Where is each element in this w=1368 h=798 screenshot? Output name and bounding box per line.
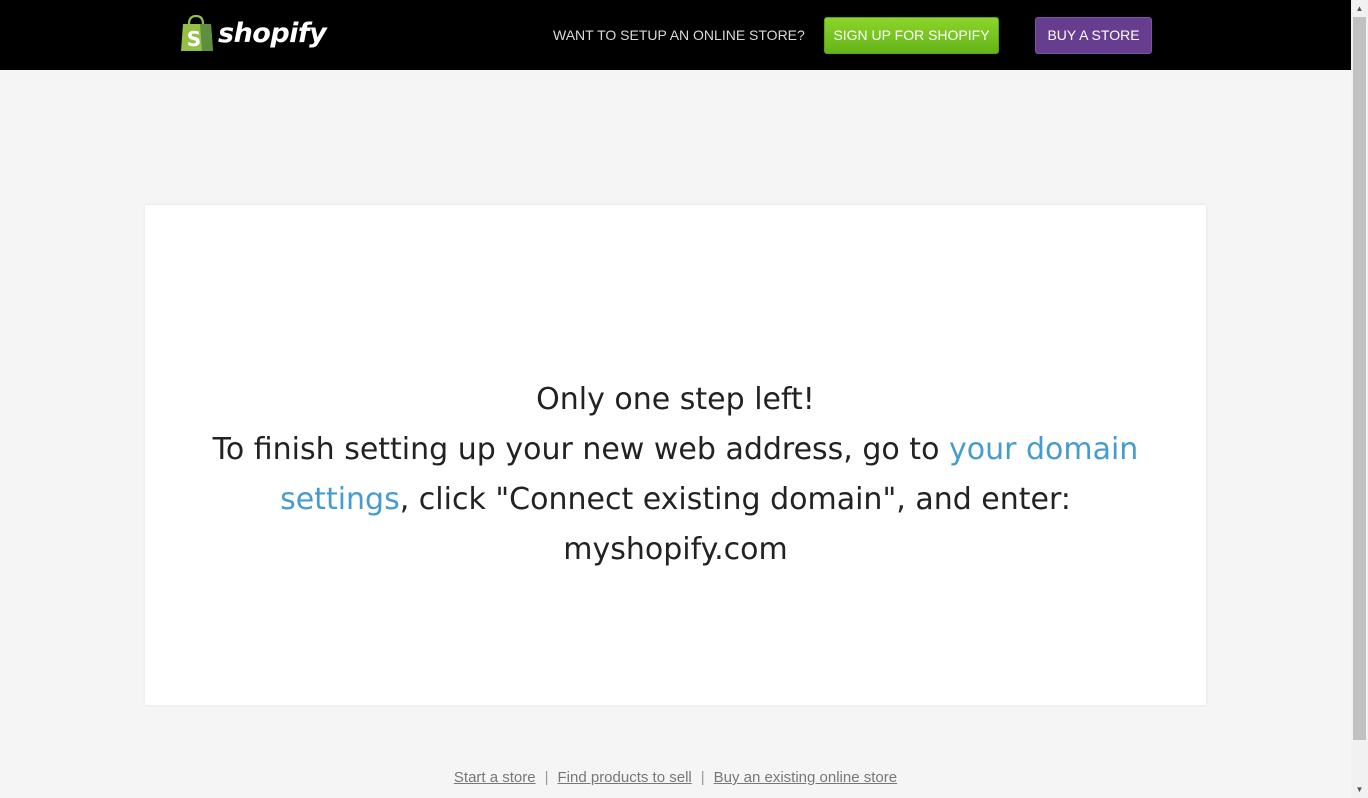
scrollbar-thumb[interactable] [1353,17,1366,740]
svg-text:S: S [187,27,201,51]
buy-existing-store-link[interactable]: Buy an existing online store [714,769,897,786]
vertical-scrollbar[interactable]: ▲ ▼ [1351,0,1368,798]
start-a-store-link[interactable]: Start a store [454,769,536,786]
footer-separator: | [700,769,705,786]
page-heading: Only one step left! [536,382,815,417]
instructions-text-start: To finish setting up your new web addres… [212,432,949,467]
shopify-logo[interactable]: S shopify [180,14,327,54]
message-card: Only one step left! To finish setting up… [145,205,1206,705]
shopping-bag-icon: S [181,15,213,51]
top-navigation-bar: S shopify WANT TO SETUP AN ONLINE STORE?… [0,0,1351,70]
buy-a-store-button[interactable]: BUY A STORE [1035,17,1152,54]
logo-wordmark: shopify [218,18,327,49]
setup-store-prompt: WANT TO SETUP AN ONLINE STORE? [553,27,805,43]
find-products-link[interactable]: Find products to sell [558,769,692,786]
scroll-down-icon[interactable]: ▼ [1351,781,1368,798]
scroll-up-icon[interactable]: ▲ [1351,0,1368,17]
footer-links: Start a store | Find products to sell | Buy … [0,768,1351,788]
instructions-text: To finish setting up your new web addres… [165,425,1186,575]
sign-up-button[interactable]: SIGN UP FOR SHOPIFY [824,17,999,54]
footer-separator: | [544,769,549,786]
instructions-text-end: , click "Connect existing domain", and e… [399,482,1071,567]
